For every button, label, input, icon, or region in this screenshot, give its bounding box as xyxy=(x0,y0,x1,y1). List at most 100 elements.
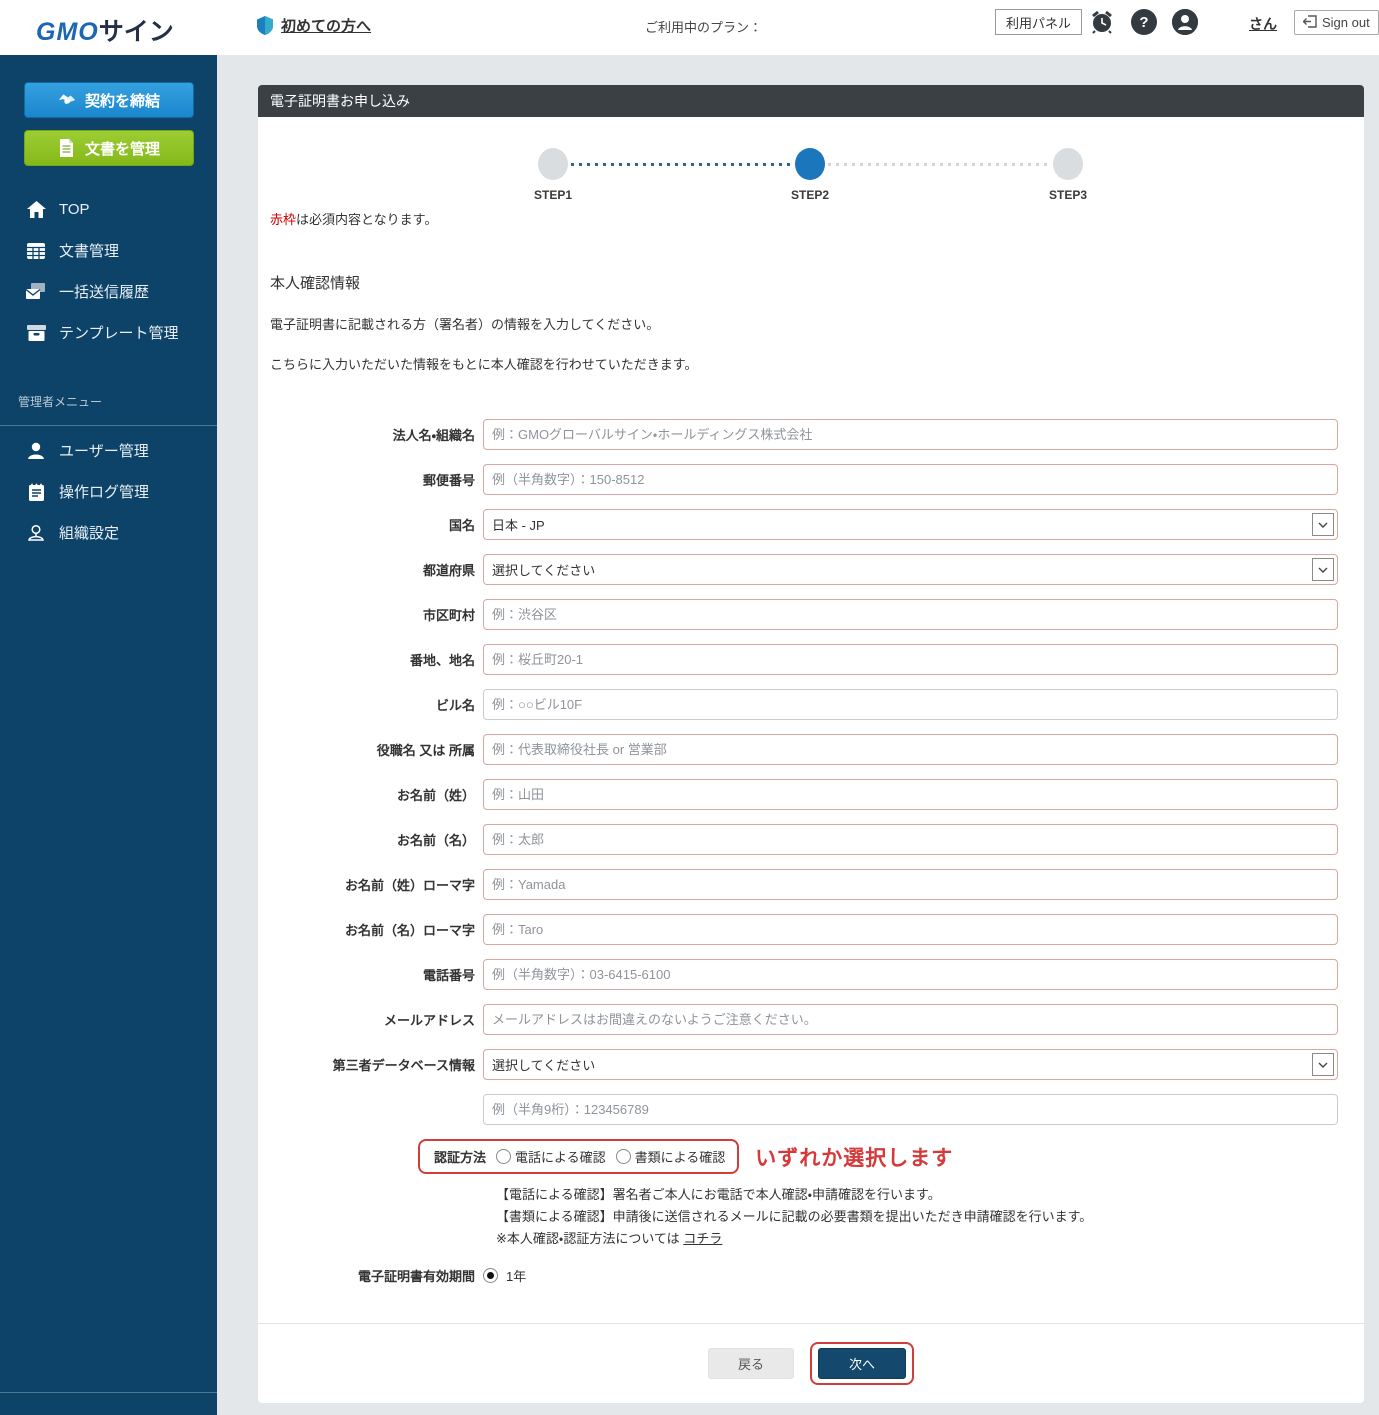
alarm-icon[interactable] xyxy=(1089,9,1115,35)
step1-circle xyxy=(538,148,568,180)
chevron-down-icon xyxy=(1312,1053,1334,1076)
input-street-address[interactable] xyxy=(483,644,1338,675)
field-label: 国名 xyxy=(448,518,475,533)
radio-circle-icon xyxy=(496,1149,512,1164)
form-field-row: 第三者データベース情報 選択してください xyxy=(258,1049,1364,1080)
input-first-name-roman[interactable] xyxy=(483,914,1338,945)
signout-label: Sign out xyxy=(1322,15,1370,30)
section-description-2: こちらに入力いただいた情報をもとに本人確認を行わせていただきます。 xyxy=(270,357,698,372)
input-title-or-department[interactable] xyxy=(483,734,1338,765)
input-phone-number[interactable] xyxy=(483,959,1338,990)
form-field-row: 電話番号 xyxy=(258,959,1364,990)
field-label: お名前（名） xyxy=(396,833,475,848)
form-field-row: 役職名 又は 所属 xyxy=(258,734,1364,765)
document-grid-icon xyxy=(26,241,46,261)
input-last-name[interactable] xyxy=(483,779,1338,810)
manage-documents-button[interactable]: 文書を管理 xyxy=(23,130,194,166)
back-button[interactable]: 戻る xyxy=(708,1348,794,1379)
input-last-name-roman[interactable] xyxy=(483,869,1338,900)
field-label: 第三者データベース情報 xyxy=(332,1058,475,1073)
logo-sign-text: サイン xyxy=(98,18,174,46)
field-label: お名前（姓） xyxy=(396,788,475,803)
select-prefecture[interactable]: 選択してください xyxy=(483,554,1338,585)
sidebar-item-label: ユーザー管理 xyxy=(59,443,149,460)
sidebar-nav: TOP 文書管理 一括送信履歴 テンプレート管理 xyxy=(0,189,217,353)
form-field-row: お名前（名） xyxy=(258,824,1364,855)
beginner-guide-link[interactable]: 初めての方へ xyxy=(255,15,371,36)
handshake-icon xyxy=(57,90,77,110)
sidebar-item-label: 操作ログ管理 xyxy=(59,484,150,501)
field-label: お名前（姓）ローマ字 xyxy=(344,878,475,893)
verification-info-line: ※本人確認・認証方法については コチラ xyxy=(496,1231,723,1246)
conclude-contract-button[interactable]: 契約を締結 xyxy=(23,82,194,118)
sidebar: 契約を締結 文書を管理 TOP 文書管理 一括送信履歴 テンプレート管理 管理者… xyxy=(0,55,217,1415)
organization-icon xyxy=(26,523,46,543)
radio-checked-icon xyxy=(483,1268,498,1283)
form-field-row: メールアドレス xyxy=(258,1004,1364,1035)
radio-document-verification-label: 書類による確認 xyxy=(634,1150,726,1165)
field-label: 役職名 又は 所属 xyxy=(376,743,475,758)
form-field-row: お名前（姓）ローマ字 xyxy=(258,869,1364,900)
select-country[interactable]: 日本 - JP xyxy=(483,509,1338,540)
manage-documents-label: 文書を管理 xyxy=(84,140,160,158)
field-label: 法人名・組織名 xyxy=(392,428,475,443)
bulk-send-icon xyxy=(26,282,46,302)
signout-icon xyxy=(1302,14,1317,31)
select-value: 日本 - JP xyxy=(492,518,545,533)
step1-label: STEP1 xyxy=(533,188,572,202)
field-label: ビル名 xyxy=(435,698,475,713)
sidebar-item-top[interactable]: TOP xyxy=(0,189,217,230)
sidebar-item-documents[interactable]: 文書管理 xyxy=(0,230,217,271)
certificate-validity-row: 電子証明書有効期間 1年 xyxy=(258,1266,1364,1285)
gmo-sign-logo[interactable]: GMOサイン xyxy=(36,12,174,48)
input-email-address[interactable] xyxy=(483,1004,1338,1035)
next-button[interactable]: 次へ xyxy=(818,1348,906,1379)
input-first-name[interactable] xyxy=(483,824,1338,855)
sidebar-item-label: TOP xyxy=(59,201,90,218)
section-title: 本人確認情報 xyxy=(270,275,361,292)
radio-phone-verification[interactable]: 電話による確認 xyxy=(496,1147,606,1166)
input-postal-code[interactable] xyxy=(483,464,1338,495)
sidebar-item-organization-settings[interactable]: 組織設定 xyxy=(0,512,217,553)
sidebar-item-operation-log[interactable]: 操作ログ管理 xyxy=(0,471,217,512)
logo-gmo-text: GMO xyxy=(36,18,99,46)
auth-method-notes: 【電話による確認】署名者ご本人にお電話で本人確認・申請確認を行います。 【書類に… xyxy=(496,1184,1364,1250)
input-corporate-name[interactable] xyxy=(483,419,1338,450)
signout-button[interactable]: Sign out xyxy=(1294,10,1379,35)
form-footer: 戻る 次へ xyxy=(258,1323,1364,1403)
select-value: 選択してください xyxy=(492,563,596,578)
certificate-validity-label: 電子証明書有効期間 xyxy=(357,1269,475,1284)
sidebar-item-user-management[interactable]: ユーザー管理 xyxy=(0,430,217,471)
top-header: GMOサイン 初めての方へ ご利用中のプラン： 利用パネル ? さん Sign … xyxy=(0,0,1379,55)
conclude-contract-label: 契約を締結 xyxy=(84,92,160,110)
input-building-name[interactable] xyxy=(483,689,1338,720)
verification-info-link[interactable]: コチラ xyxy=(683,1231,722,1246)
user-name-link[interactable]: さん xyxy=(1249,14,1277,34)
input-third-party-db-number[interactable] xyxy=(483,1094,1338,1125)
chevron-down-icon xyxy=(1312,558,1334,581)
usage-panel-button[interactable]: 利用パネル xyxy=(995,9,1083,35)
sidebar-bottom-divider xyxy=(0,1392,217,1393)
sidebar-item-label: 組織設定 xyxy=(59,525,120,542)
form-field-row: お名前（名）ローマ字 xyxy=(258,914,1364,945)
step-connector-inactive xyxy=(828,163,1050,166)
radio-document-verification[interactable]: 書類による確認 xyxy=(615,1147,726,1166)
form-field-row: 市区町村 xyxy=(258,599,1364,630)
sidebar-item-bulk-send-history[interactable]: 一括送信履歴 xyxy=(0,271,217,312)
sidebar-item-template-management[interactable]: テンプレート管理 xyxy=(0,312,217,353)
home-icon xyxy=(26,200,46,220)
select-third-party-db[interactable]: 選択してください xyxy=(483,1049,1338,1080)
sidebar-admin-nav: ユーザー管理 操作ログ管理 組織設定 xyxy=(0,430,217,553)
form-field-row: お名前（姓） xyxy=(258,779,1364,810)
step3-label: STEP3 xyxy=(1048,188,1087,202)
auth-method-annotation-box: 認証方法 電話による確認 書類による確認 xyxy=(418,1139,740,1174)
required-note-highlight: 赤枠 xyxy=(270,212,297,227)
help-icon[interactable]: ? xyxy=(1131,9,1157,35)
account-icon[interactable] xyxy=(1172,9,1198,35)
input-city[interactable] xyxy=(483,599,1338,630)
main-content-card: 電子証明書お申し込み STEP1 STEP2 STEP3 赤枠は必須内容となりま… xyxy=(258,85,1364,1403)
step-connector-active xyxy=(571,163,793,166)
section-description-1: 電子証明書に記載される方（署名者）の情報を入力してください。 xyxy=(270,317,660,332)
sidebar-item-label: 一括送信履歴 xyxy=(59,284,150,301)
radio-validity-1year[interactable]: 1年 xyxy=(483,1266,526,1285)
